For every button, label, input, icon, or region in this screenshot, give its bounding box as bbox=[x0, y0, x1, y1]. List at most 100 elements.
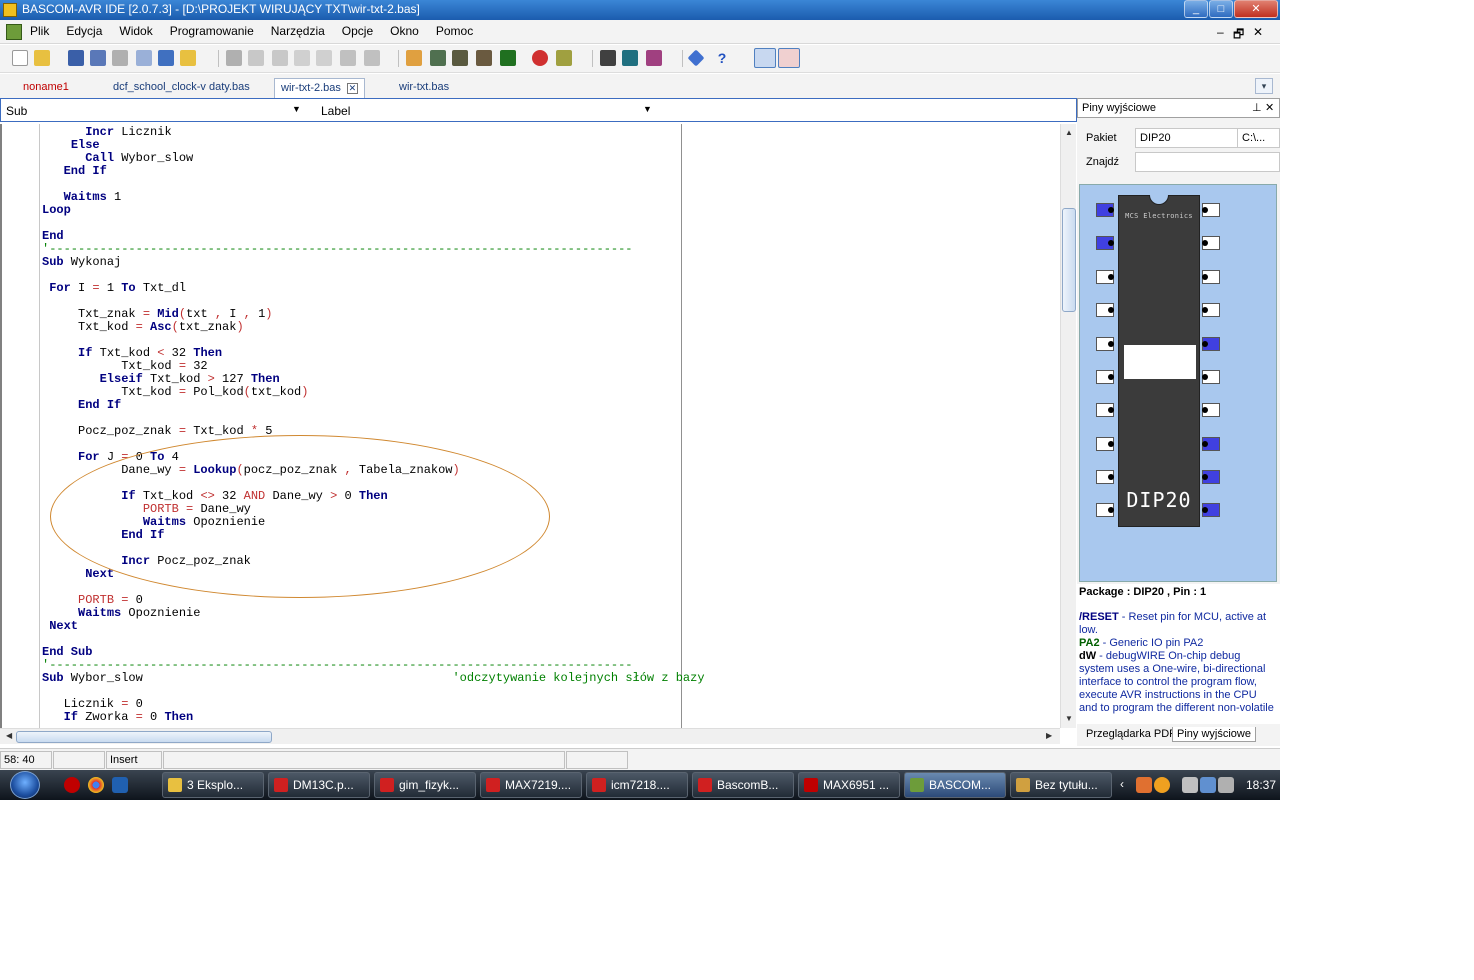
code-line[interactable]: '---------------------------------------… bbox=[42, 243, 705, 256]
check-icon[interactable] bbox=[430, 50, 446, 66]
minimize-button[interactable]: _ bbox=[1184, 0, 1208, 18]
menu-okno[interactable]: Okno bbox=[390, 24, 419, 38]
clock[interactable]: 18:37 bbox=[1246, 778, 1276, 792]
chip-pin-left[interactable] bbox=[1096, 370, 1114, 384]
chip-pin-right[interactable] bbox=[1202, 503, 1220, 517]
tray-device-icon[interactable] bbox=[1182, 777, 1198, 793]
close-tab-icon[interactable]: ✕ bbox=[346, 82, 358, 94]
taskbar-task[interactable]: DM13C.p... bbox=[268, 772, 370, 798]
tab-noname1[interactable]: noname1 bbox=[17, 78, 75, 98]
save-all-icon[interactable] bbox=[90, 50, 106, 66]
taskbar-task[interactable]: MAX6951 ... bbox=[798, 772, 900, 798]
mdi-restore-button[interactable]: 🗗 bbox=[1233, 25, 1244, 46]
taskbar-task[interactable]: BascomB... bbox=[692, 772, 794, 798]
tab-wir-txt-2[interactable]: wir-txt-2.bas ✕ bbox=[274, 78, 365, 98]
pdf-viewer-icon[interactable] bbox=[778, 48, 800, 68]
code-line[interactable]: End If bbox=[42, 165, 705, 178]
chip-pin-right[interactable] bbox=[1202, 270, 1220, 284]
terminal-icon[interactable] bbox=[556, 50, 572, 66]
simulator-icon[interactable] bbox=[532, 50, 548, 66]
find-next-icon[interactable] bbox=[364, 50, 380, 66]
code-line[interactable]: Waitms 1 bbox=[42, 191, 705, 204]
print-icon[interactable] bbox=[112, 50, 128, 66]
scroll-left-icon[interactable]: ◀ bbox=[6, 731, 12, 740]
help-icon[interactable]: ? bbox=[714, 50, 730, 66]
chrome-icon[interactable] bbox=[88, 777, 104, 793]
pin-layout-icon[interactable] bbox=[646, 50, 662, 66]
code-line[interactable] bbox=[42, 178, 705, 191]
scroll-up-icon[interactable]: ▲ bbox=[1065, 128, 1073, 137]
vertical-scrollbar[interactable]: ▲ ▼ bbox=[1060, 124, 1076, 728]
program-chip-icon[interactable] bbox=[500, 50, 516, 66]
pakiet-select[interactable]: DIP20 bbox=[1135, 128, 1239, 148]
code-line[interactable]: Pocz_poz_znak = Txt_kod * 5 bbox=[42, 425, 705, 438]
info-icon[interactable] bbox=[687, 49, 705, 67]
scroll-down-icon[interactable]: ▼ bbox=[1065, 714, 1073, 723]
chip-pin-right[interactable] bbox=[1202, 437, 1220, 451]
syntax-check-icon[interactable] bbox=[406, 50, 422, 66]
chip-pin-right[interactable] bbox=[1202, 303, 1220, 317]
close-button[interactable]: ✕ bbox=[1234, 0, 1278, 18]
sub-dropdown[interactable] bbox=[35, 101, 305, 119]
menu-opcje[interactable]: Opcje bbox=[342, 24, 373, 38]
maximize-button[interactable]: □ bbox=[1209, 0, 1233, 18]
chip-pin-left[interactable] bbox=[1096, 337, 1114, 351]
lcd-designer-icon[interactable] bbox=[600, 50, 616, 66]
chip-pin-left[interactable] bbox=[1096, 403, 1114, 417]
code-line[interactable]: Next bbox=[42, 620, 705, 633]
znajdz-input[interactable] bbox=[1135, 152, 1280, 172]
chip-pin-left[interactable] bbox=[1096, 470, 1114, 484]
taskbar-task[interactable]: 3 Eksplo... bbox=[162, 772, 264, 798]
taskbar-task[interactable]: icm7218.... bbox=[586, 772, 688, 798]
tab-pdf-viewer[interactable]: Przeglądarka PDF bbox=[1082, 727, 1180, 741]
find-icon[interactable] bbox=[340, 50, 356, 66]
tab-wir-txt[interactable]: wir-txt.bas bbox=[393, 78, 455, 98]
save-icon[interactable] bbox=[68, 50, 84, 66]
chip-pin-right[interactable] bbox=[1202, 236, 1220, 250]
menu-edycja[interactable]: Edycja bbox=[66, 24, 102, 38]
tray-app-icon[interactable] bbox=[1154, 777, 1170, 793]
unindent-icon[interactable] bbox=[316, 50, 332, 66]
menu-plik[interactable]: Plik bbox=[30, 24, 49, 38]
code-line[interactable]: Waitms Opoznienie bbox=[42, 607, 705, 620]
code-line[interactable]: Incr Licznik bbox=[42, 126, 705, 139]
chip-pin-left[interactable] bbox=[1096, 503, 1114, 517]
menu-programowanie[interactable]: Programowanie bbox=[170, 24, 254, 38]
code-text[interactable]: Incr Licznik Else Call Wybor_slow End If… bbox=[42, 126, 705, 724]
tray-expand-icon[interactable]: ‹ bbox=[1120, 777, 1124, 791]
pin-panel-icon[interactable]: ⊥ bbox=[1252, 101, 1262, 114]
open-folder-icon[interactable] bbox=[34, 50, 50, 66]
close-file-icon[interactable] bbox=[158, 50, 174, 66]
copy-icon[interactable] bbox=[248, 50, 264, 66]
label-dropdown-arrow-icon[interactable]: ▼ bbox=[643, 104, 652, 114]
code-line[interactable]: Sub Wykonaj bbox=[42, 256, 705, 269]
compile-icon[interactable] bbox=[452, 50, 468, 66]
code-line[interactable]: Loop bbox=[42, 204, 705, 217]
mdi-close-button[interactable]: ✕ bbox=[1253, 25, 1263, 39]
volume-icon[interactable] bbox=[1218, 777, 1234, 793]
chip-pin-left[interactable] bbox=[1096, 236, 1114, 250]
code-line[interactable]: Sub Wybor_slow 'odczytywanie kolejnych s… bbox=[42, 672, 705, 685]
code-line[interactable]: Call Wybor_slow bbox=[42, 152, 705, 165]
path-select[interactable]: C:\... bbox=[1237, 128, 1280, 148]
chip-pin-left[interactable] bbox=[1096, 270, 1114, 284]
menu-narzedzia[interactable]: Narzędzia bbox=[271, 24, 325, 38]
graphic-converter-icon[interactable] bbox=[622, 50, 638, 66]
tray-app-icon[interactable] bbox=[1136, 777, 1152, 793]
mdi-minimize-button[interactable]: – bbox=[1217, 25, 1224, 39]
code-line[interactable]: End If bbox=[42, 399, 705, 412]
menu-pomoc[interactable]: Pomoc bbox=[436, 24, 473, 38]
close-panel-icon[interactable]: ✕ bbox=[1265, 101, 1274, 114]
taskbar-task[interactable]: BASCOM... bbox=[904, 772, 1006, 798]
sub-dropdown-arrow-icon[interactable]: ▼ bbox=[292, 104, 301, 114]
chip-pin-right[interactable] bbox=[1202, 337, 1220, 351]
code-line[interactable] bbox=[42, 633, 705, 646]
taskbar-task[interactable]: gim_fizyk... bbox=[374, 772, 476, 798]
scroll-right-icon[interactable]: ▶ bbox=[1046, 731, 1052, 740]
cut-icon[interactable] bbox=[226, 50, 242, 66]
code-line[interactable]: For I = 1 To Txt_dl bbox=[42, 282, 705, 295]
label-dropdown[interactable] bbox=[365, 101, 655, 119]
desktop-icon[interactable] bbox=[112, 777, 128, 793]
indent-icon[interactable] bbox=[294, 50, 310, 66]
chip-pin-left[interactable] bbox=[1096, 203, 1114, 217]
